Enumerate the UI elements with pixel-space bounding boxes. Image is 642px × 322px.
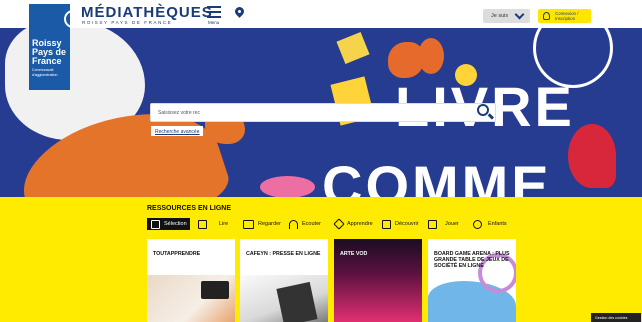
book-icon xyxy=(198,219,207,229)
location-pin-icon[interactable] xyxy=(233,5,246,18)
profile-select[interactable]: Je suis xyxy=(483,9,530,23)
brand-logo[interactable]: Roissy Pays de France Communauté d'agglo… xyxy=(29,4,82,90)
card-title: BOARD GAME ARENA : PLUS GRANDE TABLE DE … xyxy=(434,251,510,269)
card-title: CAFEYN : PRESSE EN LIGNE xyxy=(246,251,321,257)
hero-headline-2: COMME xyxy=(322,154,552,197)
tab-label: Regarder xyxy=(258,221,281,227)
online-resources-section: RESSOURCES EN LIGNE Sélection Lire Regar… xyxy=(0,197,642,322)
tab-jouer[interactable]: Jouer xyxy=(428,218,459,230)
tab-apprendre[interactable]: Apprendre xyxy=(333,218,373,230)
profile-select-label: Je suis xyxy=(491,13,509,19)
section-title: RESSOURCES EN LIGNE xyxy=(147,205,232,212)
site-title[interactable]: MÉDIATHÈQUES xyxy=(81,4,213,21)
card-title: ARTE VOD xyxy=(340,251,368,257)
cookie-label: Gestion des cookies xyxy=(595,315,628,320)
tab-decouvrir[interactable]: Découvrir xyxy=(382,218,419,230)
resource-card[interactable]: ARTE VOD xyxy=(334,239,422,322)
tab-enfants[interactable]: Enfants xyxy=(473,218,507,230)
tab-lire[interactable]: Lire xyxy=(198,218,228,230)
cookie-settings-button[interactable]: Gestion des cookies xyxy=(591,313,641,322)
graduation-icon xyxy=(333,218,345,230)
login-label: Connexion / Inscription xyxy=(555,11,579,21)
tab-label: Jouer xyxy=(445,221,459,227)
illustration-squirrel xyxy=(388,42,424,78)
site-header: Roissy Pays de France Communauté d'agglo… xyxy=(0,0,642,90)
card-image-phone xyxy=(201,281,229,299)
game-icon xyxy=(428,219,437,229)
user-icon xyxy=(543,12,550,20)
logo-mark-icon xyxy=(64,6,82,28)
tab-label: Enfants xyxy=(488,221,507,227)
brand-line-3: France xyxy=(32,56,62,66)
advanced-search-link[interactable]: Recherche avancée xyxy=(151,126,203,136)
resource-card[interactable]: TOUTAPPRENDRE xyxy=(147,239,235,322)
tab-label: Apprendre xyxy=(347,221,373,227)
tab-ecouter[interactable]: Ecouter xyxy=(289,218,321,230)
grid-icon xyxy=(151,219,160,229)
screen-icon xyxy=(243,219,254,229)
explore-icon xyxy=(382,219,391,229)
login-button[interactable]: Connexion / Inscription xyxy=(538,9,591,23)
illustration-pink-shape xyxy=(260,176,315,197)
chevron-down-icon xyxy=(514,9,525,20)
resource-card[interactable]: CAFEYN : PRESSE EN LIGNE xyxy=(240,239,328,322)
card-title: TOUTAPPRENDRE xyxy=(153,251,201,257)
tab-label: Ecouter xyxy=(302,221,321,227)
tab-selection[interactable]: Sélection xyxy=(147,218,190,230)
tab-label: Lire xyxy=(219,221,229,227)
tab-label: Sélection xyxy=(164,221,187,227)
hamburger-icon xyxy=(207,6,221,8)
headphones-icon xyxy=(289,219,298,229)
tab-regarder[interactable]: Regarder xyxy=(243,218,281,230)
brand-line-4: Communauté d'agglomération xyxy=(32,68,58,77)
menu-label: Menu xyxy=(208,20,220,25)
resource-card[interactable]: BOARD GAME ARENA : PLUS GRANDE TABLE DE … xyxy=(428,239,516,322)
illustration-bird xyxy=(568,124,616,188)
site-subtitle: ROISSY PAYS DE FRANCE xyxy=(82,20,173,25)
kids-icon xyxy=(473,219,482,229)
search-input[interactable]: Saisissez votre rec xyxy=(150,103,496,122)
tab-label: Découvrir xyxy=(395,221,419,227)
illustration-book xyxy=(336,32,370,64)
